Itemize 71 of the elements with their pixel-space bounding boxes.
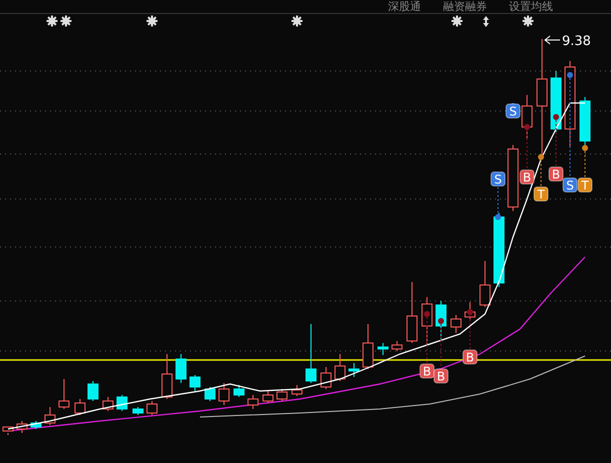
leader-line: [440, 324, 442, 368]
candlestick: [522, 94, 532, 140]
header-link[interactable]: 融资融券: [443, 0, 487, 13]
signal-badge: S: [506, 104, 520, 118]
candlestick: [16, 420, 28, 434]
high-price-label: 9.38: [562, 34, 591, 49]
signal-dot: [524, 124, 530, 130]
signal-dot: [582, 145, 588, 151]
candlestick: [132, 406, 144, 416]
leader-line: [526, 130, 528, 170]
candlestick: [58, 378, 70, 410]
candlestick: [392, 340, 402, 352]
signal-dot: [438, 318, 444, 324]
leader-line: [540, 160, 542, 186]
signal-badge: T: [578, 178, 592, 192]
candlestick: [74, 398, 86, 416]
signal-badge: B: [520, 170, 534, 184]
price-arrow-icon: [544, 36, 560, 44]
candlestick: [334, 354, 346, 382]
candlestick: [30, 420, 42, 430]
signal-badge: B: [434, 368, 448, 384]
header-link[interactable]: 设置均线: [509, 0, 553, 13]
event-marker-icon[interactable]: [452, 16, 462, 26]
event-marker-icon[interactable]: [292, 16, 302, 26]
event-marker-icon[interactable]: [60, 16, 72, 26]
candlestick: [146, 400, 158, 416]
signal-dot: [424, 311, 430, 317]
candlestick: [320, 366, 332, 390]
event-marker-icon[interactable]: [483, 16, 489, 27]
signal-badge: S: [562, 178, 578, 192]
candlestick: [262, 390, 274, 404]
candlestick: [406, 282, 418, 344]
candlestick: [2, 426, 14, 436]
signal-dot: [467, 309, 473, 315]
candlestick: [176, 354, 186, 384]
header-link[interactable]: 深股通: [388, 0, 421, 13]
candlestick: [348, 362, 360, 378]
candlestick: [190, 374, 200, 392]
event-marker-icon[interactable]: [146, 16, 158, 26]
signal-dot: [495, 214, 501, 220]
leader-line: [426, 316, 428, 364]
signal-badge: B: [548, 166, 564, 182]
candlestick: [234, 384, 244, 398]
candlestick: [162, 354, 172, 400]
signal-badge: T: [534, 186, 548, 202]
signal-badge: S: [490, 172, 506, 186]
candlestick: [480, 260, 490, 308]
candlestick: [378, 342, 388, 356]
candlestick: [508, 144, 518, 212]
candlestick: [248, 394, 258, 410]
candlestick: [292, 384, 302, 396]
candlestick: [450, 314, 462, 334]
event-marker-icon[interactable]: [522, 16, 534, 26]
candlestick: [88, 380, 98, 402]
candlestick: [204, 386, 216, 402]
candlestick: [276, 388, 288, 402]
candlestick: [362, 324, 374, 370]
signal-badge: B: [420, 364, 434, 378]
candlestick: [218, 382, 230, 406]
leader-line: [584, 150, 586, 178]
candlestick: [550, 70, 562, 134]
candlestick: [44, 406, 56, 426]
signal-dot: [538, 154, 544, 160]
candlestick: [306, 324, 316, 384]
candlestick: [580, 96, 590, 146]
candlestick: [116, 394, 128, 412]
candlestick: [102, 396, 114, 412]
event-marker-icon[interactable]: [46, 16, 58, 26]
signal-dot: [567, 72, 573, 78]
signal-dot: [553, 114, 559, 120]
signal-badge: B: [462, 350, 478, 364]
